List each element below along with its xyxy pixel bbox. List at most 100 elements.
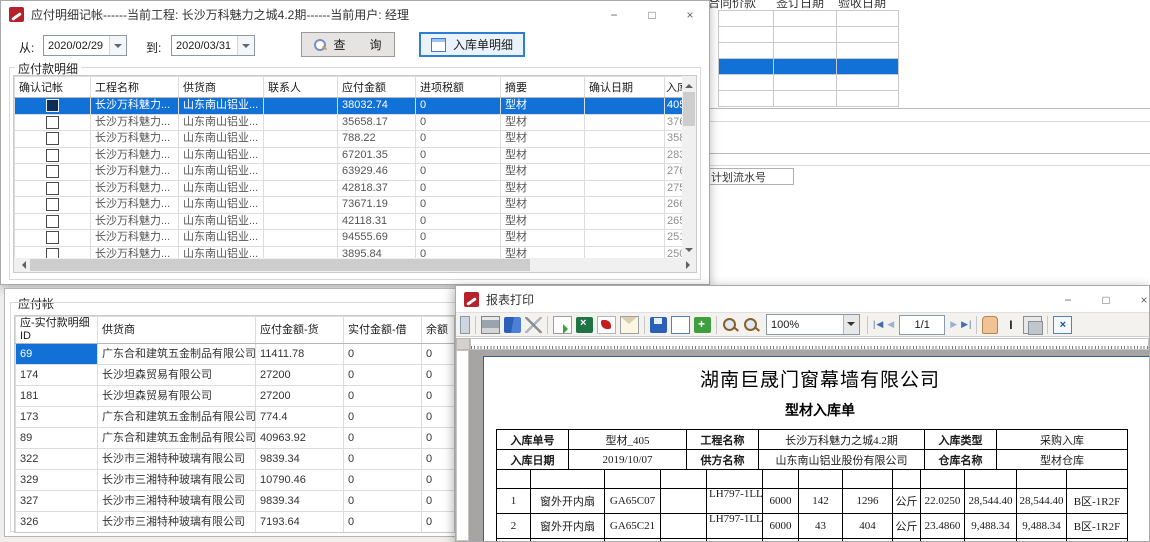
tax-cell[interactable]: 0: [416, 131, 501, 148]
column-header[interactable]: 实付金额-借: [344, 317, 422, 344]
maximize-button[interactable]: □: [1087, 286, 1125, 313]
chevron-down-icon[interactable]: [109, 36, 126, 55]
table-row[interactable]: 长沙万科魅力... 山东南山铝业... 35658.17 0 型材 376: [15, 114, 683, 131]
horizontal-scrollbar[interactable]: [14, 258, 697, 272]
hand-tool-icon[interactable]: [982, 316, 998, 334]
column-header[interactable]: 余额: [422, 317, 456, 344]
project-cell[interactable]: 长沙万科魅力...: [91, 164, 179, 181]
confirm-checkbox[interactable]: [46, 215, 59, 228]
copy-icon[interactable]: [1023, 316, 1042, 334]
inbound-no-cell[interactable]: 251: [665, 230, 683, 247]
confirm-cell[interactable]: [15, 164, 91, 181]
paid-cell[interactable]: [344, 533, 422, 534]
summary-cell[interactable]: 型材: [501, 131, 585, 148]
supplier-cell[interactable]: 长沙坦森贸易有限公司: [98, 365, 256, 386]
balance-cell[interactable]: 0: [422, 512, 456, 533]
tax-cell[interactable]: 0: [416, 197, 501, 214]
chevron-down-icon[interactable]: [843, 315, 859, 334]
balance-cell[interactable]: 0: [422, 407, 456, 428]
export-pdf-icon[interactable]: [597, 316, 616, 334]
paid-cell[interactable]: 0: [344, 491, 422, 512]
paid-cell[interactable]: 0: [344, 512, 422, 533]
payable-cell[interactable]: 10790.46: [256, 470, 344, 491]
export-excel-icon[interactable]: [576, 317, 593, 333]
confirm-date-cell[interactable]: [585, 98, 665, 115]
minimize-button[interactable]: −: [1049, 286, 1087, 313]
column-header[interactable]: 入库: [665, 77, 683, 98]
contact-cell[interactable]: [264, 164, 338, 181]
inbound-detail-button[interactable]: 入库单明细: [419, 32, 525, 57]
next-page-button[interactable]: ▶: [950, 319, 957, 330]
project-cell[interactable]: 长沙万科魅力...: [91, 197, 179, 214]
table-row[interactable]: 89 广东合和建筑五金制品有限公司 40963.92 0 0: [16, 428, 456, 449]
scrollbar-thumb[interactable]: [683, 92, 695, 126]
id-cell[interactable]: 174: [16, 365, 98, 386]
confirm-date-cell[interactable]: [585, 114, 665, 131]
multi-page-icon[interactable]: [694, 317, 711, 333]
supplier-cell[interactable]: 广东合和建筑五金制品有限公司: [98, 344, 256, 365]
payable-detail-titlebar[interactable]: 应付明细记帐------当前工程: 长沙万科魅力之城4.2期------当前用户…: [1, 1, 709, 28]
summary-cell[interactable]: 型材: [501, 197, 585, 214]
amount-cell[interactable]: 67201.35: [338, 147, 416, 164]
text-select-icon[interactable]: I: [1002, 317, 1019, 333]
project-cell[interactable]: 长沙万科魅力...: [91, 131, 179, 148]
table-row[interactable]: 长沙万科魅力... 山东南山铝业... 94555.69 0 型材 251: [15, 230, 683, 247]
close-button[interactable]: ×: [671, 1, 709, 28]
inbound-no-cell[interactable]: 405: [665, 98, 683, 115]
send-mail-icon[interactable]: [620, 316, 639, 334]
inbound-no-cell[interactable]: 358: [665, 131, 683, 148]
confirm-checkbox[interactable]: [46, 149, 59, 162]
id-cell[interactable]: 173: [16, 407, 98, 428]
table-row[interactable]: 329 长沙市三湘特种玻璃有限公司 10790.46 0 0: [16, 470, 456, 491]
balance-cell[interactable]: 0: [422, 491, 456, 512]
preview-icon[interactable]: [460, 316, 470, 334]
confirm-cell[interactable]: [15, 98, 91, 115]
supplier-cell[interactable]: 长沙市三湘特种玻璃有限公司: [98, 491, 256, 512]
minimize-button[interactable]: −: [595, 1, 633, 28]
contact-cell[interactable]: [264, 98, 338, 115]
scroll-left-icon[interactable]: [18, 261, 26, 269]
confirm-date-cell[interactable]: [585, 180, 665, 197]
confirm-date-cell[interactable]: [585, 131, 665, 148]
payable-cell[interactable]: 27200: [256, 365, 344, 386]
summary-cell[interactable]: 型材: [501, 98, 585, 115]
confirm-cell[interactable]: [15, 147, 91, 164]
report-titlebar[interactable]: 报表打印: [456, 286, 1149, 312]
confirm-checkbox[interactable]: [46, 132, 59, 145]
paid-cell[interactable]: 0: [344, 365, 422, 386]
supplier-cell[interactable]: 山东南山铝业...: [179, 164, 264, 181]
save-icon[interactable]: [650, 317, 667, 333]
confirm-cell[interactable]: [15, 197, 91, 214]
amount-cell[interactable]: 42118.31: [338, 213, 416, 230]
zoom-select[interactable]: 100%: [766, 314, 860, 335]
single-page-icon[interactable]: [671, 316, 690, 334]
column-header[interactable]: 供货商: [98, 317, 256, 344]
payable-cell[interactable]: 27200: [256, 386, 344, 407]
balance-cell[interactable]: 0: [422, 365, 456, 386]
close-preview-icon[interactable]: ×: [1053, 316, 1072, 334]
table-row[interactable]: 长沙万科魅力... 山东南山铝业... 67201.35 0 型材 283: [15, 147, 683, 164]
inbound-no-cell[interactable]: 265: [665, 213, 683, 230]
supplier-cell[interactable]: 山东南山铝业...: [179, 213, 264, 230]
project-cell[interactable]: 长沙万科魅力...: [91, 114, 179, 131]
column-header[interactable]: 联系人: [264, 77, 338, 98]
inbound-no-cell[interactable]: 283: [665, 147, 683, 164]
contact-cell[interactable]: [264, 147, 338, 164]
id-cell[interactable]: 69: [16, 344, 98, 365]
table-row[interactable]: 173 广东合和建筑五金制品有限公司 774.4 0 0: [16, 407, 456, 428]
zoom-in-icon[interactable]: [722, 317, 739, 333]
project-cell[interactable]: 长沙万科魅力...: [91, 98, 179, 115]
print-icon[interactable]: [481, 316, 500, 334]
scrollbar-thumb[interactable]: [30, 259, 530, 271]
settings-icon[interactable]: [525, 317, 542, 333]
supplier-cell[interactable]: 长沙坦森贸易有限公司: [98, 386, 256, 407]
amount-cell[interactable]: 63929.46: [338, 164, 416, 181]
column-header[interactable]: 确认记帐: [15, 77, 91, 98]
id-cell[interactable]: 329: [16, 470, 98, 491]
contact-cell[interactable]: [264, 114, 338, 131]
column-header[interactable]: 应付金额: [338, 77, 416, 98]
amount-cell[interactable]: 73671.19: [338, 197, 416, 214]
table-row[interactable]: [719, 11, 899, 27]
confirm-cell[interactable]: [15, 180, 91, 197]
id-cell[interactable]: [16, 533, 98, 534]
